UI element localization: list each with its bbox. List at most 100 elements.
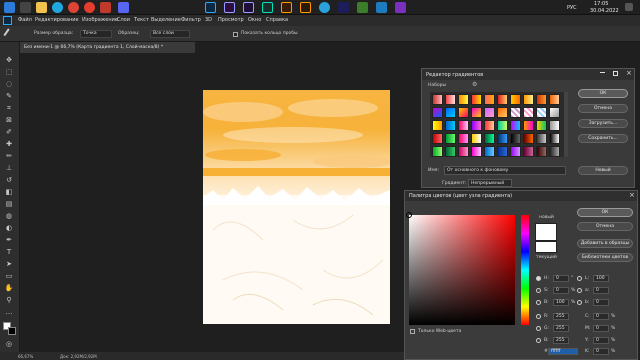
green-radio[interactable] bbox=[536, 326, 541, 331]
preset-swatch[interactable] bbox=[471, 146, 482, 157]
color-libraries-button[interactable]: Библиотеки цветов bbox=[577, 253, 633, 262]
app3-icon[interactable] bbox=[395, 2, 406, 13]
lasso-tool-icon[interactable]: ◌ bbox=[4, 80, 14, 88]
preset-swatch[interactable] bbox=[432, 146, 443, 157]
red-radio[interactable] bbox=[536, 314, 541, 319]
preset-swatch[interactable] bbox=[445, 107, 456, 118]
lab-a-field[interactable]: 0 bbox=[593, 287, 609, 294]
zoom-level[interactable]: 66,67% bbox=[18, 354, 33, 359]
history-brush-tool-icon[interactable]: ↺ bbox=[4, 176, 14, 184]
move-tool-icon[interactable]: ✥ bbox=[4, 56, 14, 64]
photoshop-icon[interactable] bbox=[205, 2, 216, 13]
show-ring-checkbox[interactable] bbox=[233, 32, 238, 37]
preset-swatch[interactable] bbox=[523, 120, 534, 131]
blue-radio[interactable] bbox=[536, 338, 541, 343]
preset-swatch[interactable] bbox=[536, 107, 547, 118]
gradient-tool-icon[interactable]: ▤ bbox=[4, 200, 14, 208]
shape-tool-icon[interactable]: ▭ bbox=[4, 272, 14, 280]
preset-swatch[interactable] bbox=[510, 94, 521, 105]
start-icon[interactable] bbox=[4, 2, 15, 13]
eraser-tool-icon[interactable]: ◧ bbox=[4, 188, 14, 196]
preset-swatch[interactable] bbox=[471, 120, 482, 131]
preset-swatch[interactable] bbox=[458, 120, 469, 131]
cancel-button[interactable]: Отмена bbox=[577, 222, 633, 231]
preset-swatch[interactable] bbox=[549, 94, 560, 105]
cyan-field[interactable]: 0 bbox=[593, 313, 609, 320]
premiere-icon[interactable] bbox=[224, 2, 235, 13]
more-tools-icon[interactable]: … bbox=[4, 308, 14, 316]
close-icon[interactable]: × bbox=[629, 191, 635, 199]
preset-swatch[interactable] bbox=[497, 133, 508, 144]
preset-swatch[interactable] bbox=[497, 146, 508, 157]
preset-swatch[interactable] bbox=[510, 133, 521, 144]
edge-icon[interactable] bbox=[52, 2, 63, 13]
background-color-swatch[interactable] bbox=[8, 327, 16, 335]
preset-swatch[interactable] bbox=[484, 107, 495, 118]
search-icon[interactable] bbox=[20, 2, 31, 13]
preset-swatch[interactable] bbox=[458, 146, 469, 157]
preset-swatch[interactable] bbox=[484, 133, 495, 144]
explorer-icon[interactable] bbox=[36, 2, 47, 13]
preset-swatch[interactable] bbox=[471, 94, 482, 105]
menu-layers[interactable]: Слои bbox=[117, 17, 130, 23]
menu-3d[interactable]: 3D bbox=[205, 17, 212, 23]
presets-gear-icon[interactable]: ⚙ bbox=[472, 81, 477, 88]
lab-b-field[interactable]: 0 bbox=[593, 299, 609, 306]
sample-size-select[interactable]: Точка bbox=[80, 30, 112, 38]
brightness-radio[interactable] bbox=[536, 300, 541, 305]
preset-swatch[interactable] bbox=[536, 94, 547, 105]
new-gradient-button[interactable]: Новый bbox=[578, 166, 628, 175]
preset-swatch[interactable] bbox=[549, 146, 560, 157]
color-field-marker[interactable] bbox=[406, 212, 412, 218]
preset-swatch[interactable] bbox=[510, 146, 521, 157]
notification-icon[interactable] bbox=[625, 3, 633, 11]
menu-type[interactable]: Текст bbox=[134, 17, 149, 23]
menu-window[interactable]: Окно bbox=[248, 17, 261, 23]
preset-swatch[interactable] bbox=[510, 120, 521, 131]
animate-icon[interactable] bbox=[281, 2, 292, 13]
color-field[interactable] bbox=[409, 215, 515, 325]
save-button[interactable]: Сохранить... bbox=[578, 134, 628, 143]
maximize-icon[interactable] bbox=[613, 71, 618, 76]
gradient-type-select[interactable]: Непрерывный bbox=[468, 179, 512, 187]
app2-icon[interactable] bbox=[376, 2, 387, 13]
menu-filter[interactable]: Фильтр bbox=[181, 17, 201, 23]
crop-tool-icon[interactable]: ⌗ bbox=[4, 104, 14, 112]
telegram-icon[interactable] bbox=[319, 2, 330, 13]
preset-swatch[interactable] bbox=[458, 107, 469, 118]
doc-info[interactable]: Док: 2,92M/2,92M bbox=[60, 354, 97, 359]
pen-tool-icon[interactable]: ✒ bbox=[4, 236, 14, 244]
frame-tool-icon[interactable]: ⊠ bbox=[4, 116, 14, 124]
preset-swatch[interactable] bbox=[458, 94, 469, 105]
menu-view[interactable]: Просмотр bbox=[218, 17, 244, 23]
preset-swatch[interactable] bbox=[432, 94, 443, 105]
document-tab[interactable]: Без имени-1 @ 66,7% (Карта градиента 1, … bbox=[20, 42, 195, 53]
preset-swatch[interactable] bbox=[484, 120, 495, 131]
preset-swatch[interactable] bbox=[536, 146, 547, 157]
eyedropper-icon[interactable] bbox=[3, 28, 15, 40]
ok-button[interactable]: ОК bbox=[578, 89, 628, 98]
app-icon[interactable] bbox=[338, 2, 349, 13]
add-to-swatches-button[interactable]: Добавить в образцы bbox=[577, 239, 633, 248]
blue-field[interactable]: 255 bbox=[553, 337, 569, 344]
minimize-icon[interactable] bbox=[600, 72, 605, 73]
lab-a-radio[interactable] bbox=[577, 288, 582, 293]
dodge-tool-icon[interactable]: ◐ bbox=[4, 224, 14, 232]
chrome-icon[interactable] bbox=[68, 2, 79, 13]
lab-b-radio[interactable] bbox=[577, 300, 582, 305]
hue-field[interactable]: 0 bbox=[553, 275, 569, 282]
yandex-icon[interactable] bbox=[84, 2, 95, 13]
after-effects-icon[interactable] bbox=[243, 2, 254, 13]
preset-swatch[interactable] bbox=[549, 133, 560, 144]
green-field[interactable]: 255 bbox=[553, 325, 569, 332]
preset-swatch[interactable] bbox=[549, 107, 560, 118]
preset-swatch[interactable] bbox=[445, 94, 456, 105]
healing-brush-tool-icon[interactable]: ✚ bbox=[4, 140, 14, 148]
menu-file[interactable]: Файл bbox=[18, 17, 32, 23]
quick-select-tool-icon[interactable]: ✎ bbox=[4, 92, 14, 100]
media-icon[interactable] bbox=[100, 2, 111, 13]
saturation-field[interactable]: 0 bbox=[553, 287, 569, 294]
hex-field[interactable]: ffffff bbox=[548, 348, 578, 355]
brightness-field[interactable]: 100 bbox=[553, 299, 569, 306]
web-colors-checkbox[interactable] bbox=[410, 329, 415, 334]
